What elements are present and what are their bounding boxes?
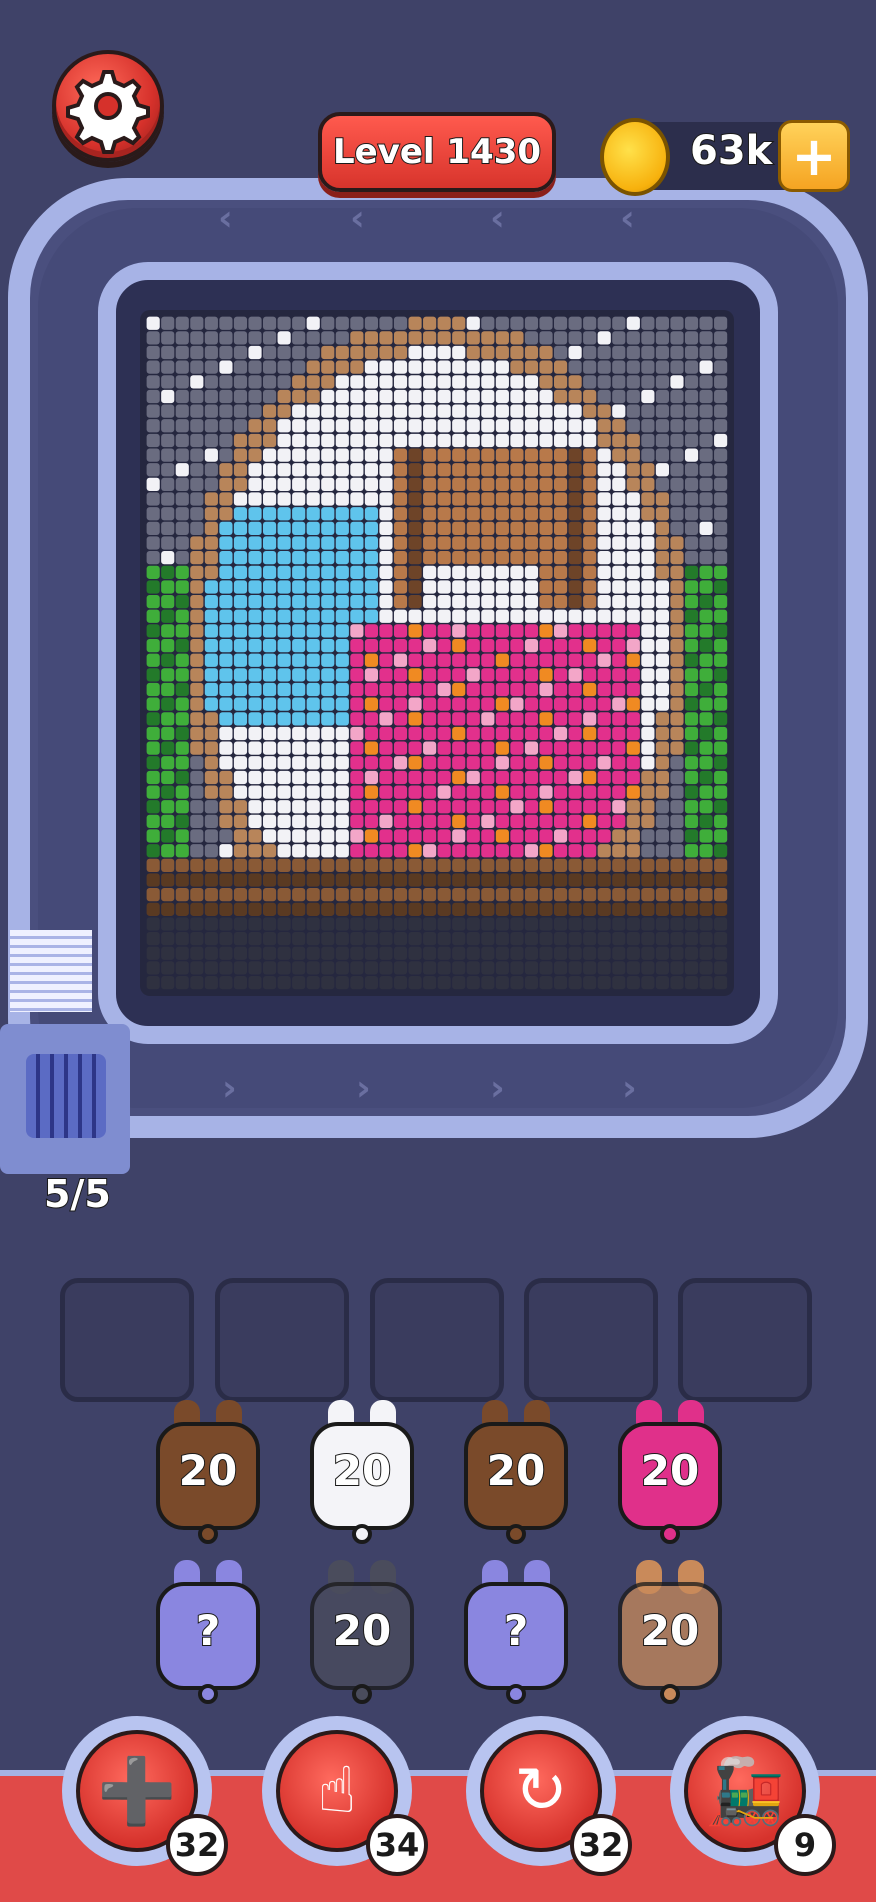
gear-icon xyxy=(66,70,150,154)
holding-slot xyxy=(524,1278,658,1402)
bot-count: ? xyxy=(195,1605,221,1656)
bot-count: 20 xyxy=(486,1445,546,1496)
capacity-counter: 5/5 xyxy=(43,1171,112,1217)
track-chevron-right: › xyxy=(356,1068,371,1109)
bot-count: 20 xyxy=(332,1605,392,1656)
settings-button[interactable] xyxy=(52,50,164,162)
bot-unit[interactable]: 20 xyxy=(618,1560,722,1704)
bot-unit[interactable]: 20 xyxy=(156,1400,260,1544)
coin-amount: 63k xyxy=(689,127,773,175)
bot-count: 20 xyxy=(178,1445,238,1496)
booster-count: 32 xyxy=(166,1814,228,1876)
bot-unit[interactable]: ? xyxy=(156,1560,260,1704)
track-chevron-left: ‹ xyxy=(218,198,233,239)
track-chevron-right: › xyxy=(622,1068,637,1109)
hand-pointer-icon: ☝ xyxy=(317,1754,357,1828)
bot-unit[interactable]: 20 xyxy=(464,1400,568,1544)
booster-count: 32 xyxy=(570,1814,632,1876)
bot-unit[interactable]: 20 xyxy=(310,1560,414,1704)
track-chevron-left: ‹ xyxy=(620,198,635,239)
track-chevron-left: ‹ xyxy=(350,198,365,239)
add-slot-icon: ➕ xyxy=(97,1754,177,1829)
level-indicator: Level 1430 xyxy=(318,112,556,192)
track-chevron-right: › xyxy=(490,1068,505,1109)
booster-train-button[interactable]: 🚂 9 xyxy=(670,1716,836,1876)
track-chevron-right: › xyxy=(222,1068,237,1109)
track-chevron-left: ‹ xyxy=(490,198,505,239)
coin-icon xyxy=(600,118,670,196)
launcher-queue xyxy=(26,1054,106,1138)
bot-count: ? xyxy=(503,1605,529,1656)
booster-shuffle-button[interactable]: ↻ 32 xyxy=(466,1716,632,1876)
booster-count: 34 xyxy=(366,1814,428,1876)
shuffle-icon: ↻ xyxy=(514,1754,568,1828)
train-icon: 🚂 xyxy=(705,1754,785,1829)
booster-count: 9 xyxy=(774,1814,836,1876)
bot-unit[interactable]: ? xyxy=(464,1560,568,1704)
bot-count: 20 xyxy=(640,1605,700,1656)
holding-slot xyxy=(678,1278,812,1402)
holding-slot xyxy=(215,1278,349,1402)
holding-slot xyxy=(370,1278,504,1402)
bot-unit[interactable]: 20 xyxy=(310,1400,414,1544)
buy-coins-button[interactable]: + xyxy=(778,120,850,192)
plus-icon: + xyxy=(791,124,837,188)
pixel-art-board xyxy=(146,316,728,990)
booster-add-slot-button[interactable]: ➕ 32 xyxy=(62,1716,228,1876)
holding-slot xyxy=(60,1278,194,1402)
booster-hand-button[interactable]: ☝ 34 xyxy=(262,1716,428,1876)
bot-count: 20 xyxy=(640,1445,700,1496)
feeder-stripes xyxy=(10,930,92,1012)
bot-unit[interactable]: 20 xyxy=(618,1400,722,1544)
bot-count: 20 xyxy=(332,1445,392,1496)
